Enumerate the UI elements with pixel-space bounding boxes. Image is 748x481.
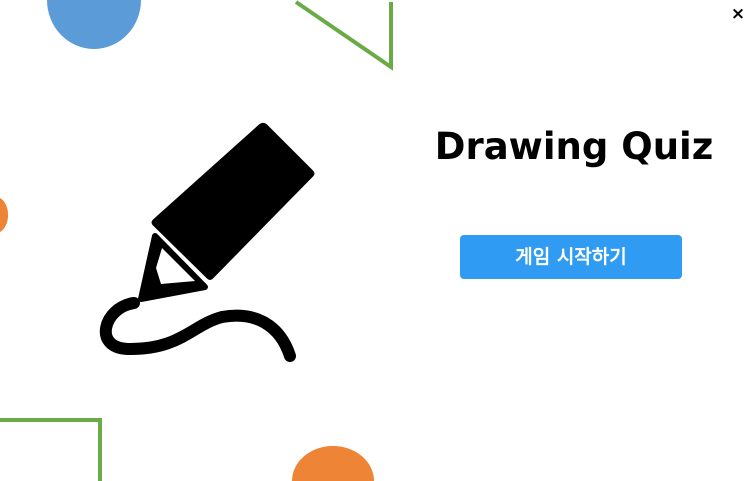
decor-orange-circle-bottom xyxy=(292,446,374,481)
decor-green-triangle-top xyxy=(294,0,393,71)
pencil-drawing-icon xyxy=(99,122,315,362)
close-icon: × xyxy=(730,4,746,24)
decor-orange-half-circle-left xyxy=(0,198,9,232)
close-button[interactable]: × xyxy=(727,2,748,26)
page-title: Drawing Quiz xyxy=(434,125,714,168)
decor-green-corner-bottom xyxy=(0,418,102,481)
decor-blue-circle xyxy=(47,0,141,49)
start-game-button[interactable]: 게임 시작하기 xyxy=(460,235,682,279)
